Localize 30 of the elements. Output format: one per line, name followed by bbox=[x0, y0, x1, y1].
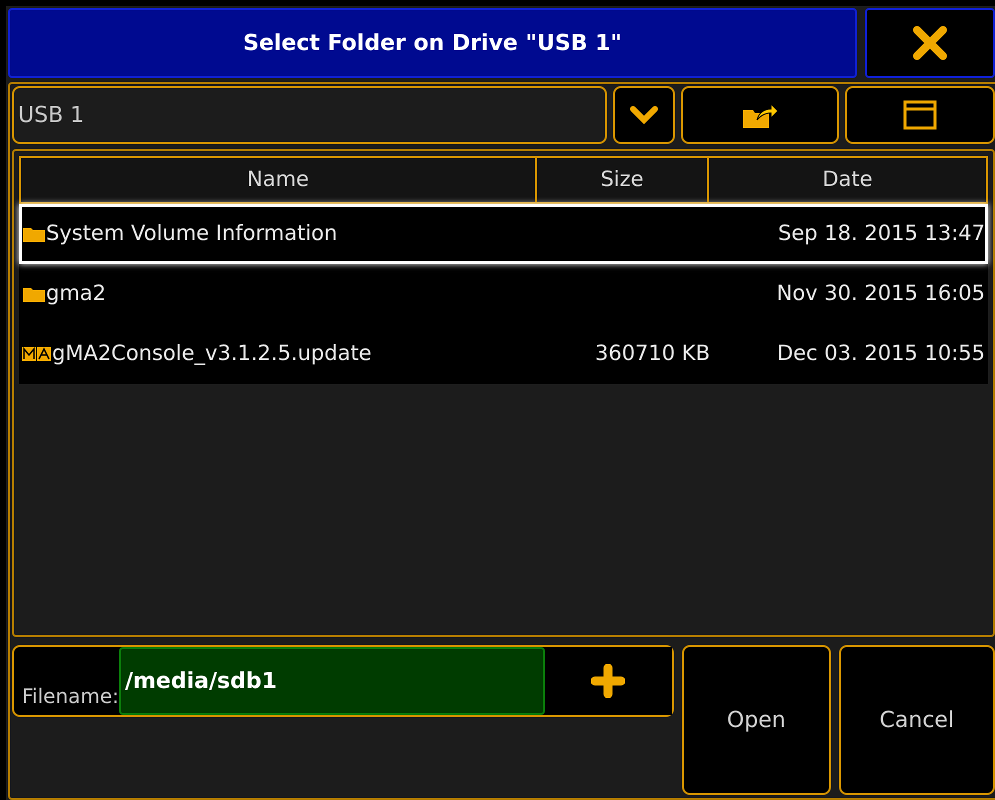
plus-icon bbox=[591, 664, 626, 698]
folder-icon bbox=[22, 285, 46, 303]
filename-label: Filename: bbox=[21, 683, 119, 710]
file-size: 360710 KB bbox=[594, 340, 710, 368]
dialog-button[interactable]: Open bbox=[682, 645, 831, 795]
file-row[interactable]: System Volume Information Sep 18. 2015 13:47 bbox=[19, 204, 988, 264]
file-name: gma2 bbox=[46, 280, 106, 308]
filename-field[interactable]: /media/sdb1 bbox=[118, 647, 545, 715]
drive-field[interactable]: USB 1 bbox=[12, 86, 607, 144]
file-row[interactable]: gMA2Console_v3.1.2.5.update 360710 KB Dec 03. 2015 10:55 bbox=[19, 324, 988, 384]
chevron-down-icon bbox=[629, 105, 659, 125]
dialog-button[interactable]: Cancel bbox=[838, 645, 995, 795]
file-row[interactable]: gma2 Nov 30. 2015 16:05 bbox=[19, 264, 988, 324]
column-header[interactable]: Date bbox=[709, 158, 986, 202]
folder-up-button[interactable] bbox=[681, 86, 839, 144]
file-date: Dec 03. 2015 10:55 bbox=[776, 340, 985, 368]
column-header[interactable]: Name bbox=[21, 158, 537, 202]
close-icon bbox=[912, 25, 948, 61]
file-type-icon bbox=[22, 346, 52, 362]
close-button[interactable] bbox=[865, 8, 995, 78]
dropdown-button[interactable] bbox=[613, 86, 675, 144]
window-icon bbox=[903, 100, 937, 130]
file-name: gMA2Console_v3.1.2.5.update bbox=[52, 340, 372, 368]
file-date: Nov 30. 2015 16:05 bbox=[776, 280, 985, 308]
file-name: System Volume Information bbox=[46, 220, 338, 248]
window-button[interactable] bbox=[845, 86, 995, 144]
window-title: Select Folder on Drive "USB 1" bbox=[8, 8, 857, 78]
column-header[interactable]: Size bbox=[537, 158, 709, 202]
file-date: Sep 18. 2015 13:47 bbox=[778, 220, 985, 248]
folder-icon bbox=[22, 225, 46, 243]
